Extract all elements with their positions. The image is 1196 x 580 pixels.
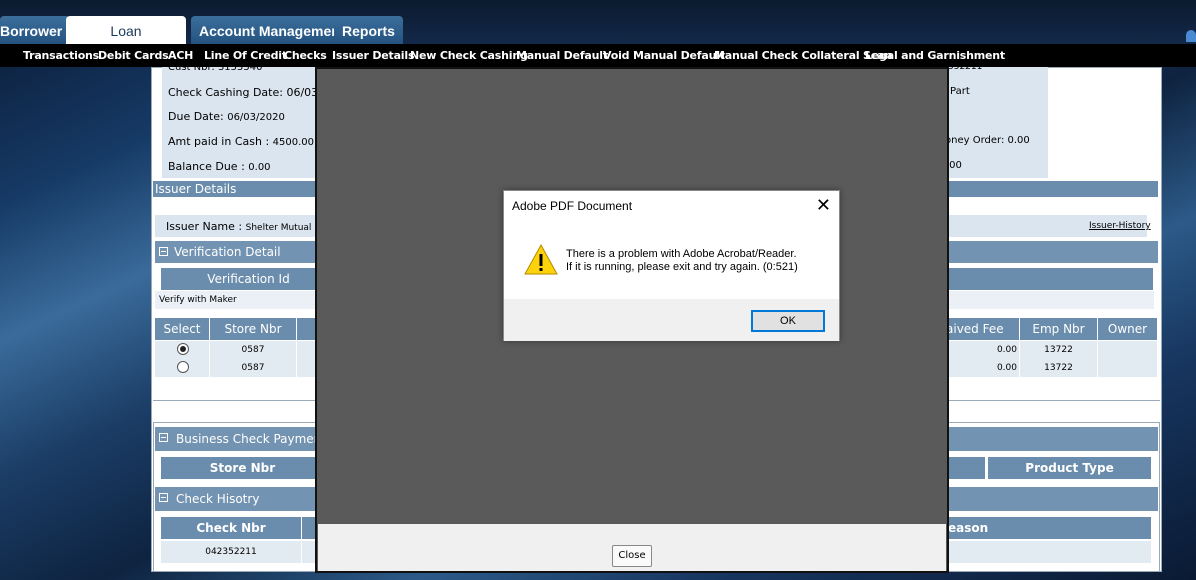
close-icon[interactable]: ✕ bbox=[816, 195, 831, 216]
col-emp-nbr: Emp Nbr bbox=[1020, 318, 1098, 340]
money-order-label: oney Order: 0.00 bbox=[945, 135, 1030, 146]
due-date-value: 06/03/2020 bbox=[227, 112, 285, 123]
subnav-transactions[interactable]: Transactions bbox=[23, 49, 99, 62]
business-check-payments-title: Business Check Payments bbox=[176, 432, 333, 446]
waived-fee-cell: 0.00 bbox=[946, 359, 1020, 377]
subnav-issuer-details[interactable]: Issuer Details bbox=[332, 49, 414, 62]
emp-nbr-cell: 13722 bbox=[1020, 341, 1098, 359]
subnav-debit-cards[interactable]: Debit Cards bbox=[98, 49, 169, 62]
store-nbr-cell: 0587 bbox=[210, 359, 297, 377]
verification-id-header: Verification Id bbox=[161, 268, 337, 290]
dialog-message-line1: There is a problem with Adobe Acrobat/Re… bbox=[566, 248, 797, 260]
check-nbr-header: Check Nbr bbox=[161, 517, 302, 539]
store-nbr-cell: 0587 bbox=[210, 341, 297, 359]
issuer-history-link[interactable]: Issuer-History bbox=[1089, 221, 1151, 231]
collapse-icon[interactable] bbox=[159, 247, 168, 256]
top-navigation-bar: Borrower Loan Transactions Account Manag… bbox=[0, 0, 1196, 69]
row-select-radio[interactable] bbox=[177, 343, 189, 355]
table-cell bbox=[297, 341, 317, 359]
collapse-icon[interactable] bbox=[159, 433, 168, 442]
emp-nbr-cell: 13722 bbox=[1020, 359, 1098, 377]
check-history-title: Check Hisotry bbox=[176, 492, 260, 506]
business-header-cell bbox=[946, 457, 986, 479]
col-store-nbr: Store Nbr bbox=[210, 318, 297, 340]
tab-loan-transactions[interactable]: Loan Transactions bbox=[66, 16, 186, 69]
business-product-type-header: Product Type bbox=[988, 457, 1152, 479]
right-top-value: 552211 bbox=[948, 62, 983, 72]
subnav-ach[interactable]: ACH bbox=[168, 49, 193, 62]
subnav-void-manual-default[interactable]: Void Manual Default bbox=[603, 49, 725, 62]
close-viewer-button[interactable]: Close bbox=[612, 545, 652, 567]
subnav-new-check-cashing[interactable]: New Check Cashing bbox=[410, 49, 528, 62]
subnav-line-of-credit[interactable]: Line Of Credit bbox=[204, 49, 287, 62]
waived-fee-cell: 0.00 bbox=[946, 341, 1020, 359]
issuer-name-label: Issuer Name : Shelter Mutual Ins bbox=[166, 220, 328, 233]
balance-due-label: Balance Due : 0.00 bbox=[168, 160, 271, 173]
amt-paid-value: 4500.00 bbox=[272, 137, 315, 148]
tab-account-management[interactable]: Account Management bbox=[191, 16, 353, 45]
col-hidden bbox=[297, 318, 317, 340]
dialog-message-line2: If it is running, please exit and try ag… bbox=[566, 261, 798, 273]
due-date-label: Due Date: 06/03/2020 bbox=[168, 110, 285, 123]
tab-reports[interactable]: Reports bbox=[334, 16, 403, 45]
check-info-box-right bbox=[948, 67, 1048, 178]
dialog-message: There is a problem with Adobe Acrobat/Re… bbox=[566, 248, 798, 274]
balance-due-value: 0.00 bbox=[248, 162, 271, 173]
col-select: Select bbox=[155, 318, 210, 340]
subnav-manual-default[interactable]: Manual Default bbox=[516, 49, 608, 62]
subnav-legal-and-garnishment[interactable]: Legal and Garnishment bbox=[865, 49, 1005, 62]
ok-button[interactable]: OK bbox=[751, 310, 825, 332]
amt-paid-label: Amt paid in Cash : 4500.00 bbox=[168, 135, 315, 148]
verification-row-value: Verify with Maker bbox=[159, 295, 237, 305]
col-waived-fee: aived Fee bbox=[946, 318, 1020, 340]
col-owner: Owner bbox=[1098, 318, 1158, 340]
check-nbr-cell: 042352211 bbox=[161, 541, 302, 563]
tab-borrower[interactable]: Borrower bbox=[0, 16, 71, 45]
verification-detail-title: Verification Detail bbox=[174, 245, 281, 259]
verification-header-right bbox=[948, 268, 1154, 290]
warning-icon bbox=[524, 243, 558, 275]
collapse-icon[interactable] bbox=[159, 493, 168, 502]
owner-cell bbox=[1098, 359, 1158, 377]
right-part-label: Part bbox=[950, 86, 970, 97]
business-store-nbr-header: Store Nbr bbox=[161, 457, 325, 479]
owner-cell bbox=[1098, 341, 1158, 359]
reason-header: eason bbox=[946, 517, 1152, 539]
user-icon[interactable] bbox=[1186, 30, 1196, 42]
table-cell bbox=[297, 359, 317, 377]
row-select-radio[interactable] bbox=[177, 361, 189, 373]
error-dialog: Adobe PDF Document ✕ There is a problem … bbox=[503, 190, 840, 341]
reason-cell bbox=[946, 541, 1152, 563]
subnav-checks[interactable]: Checks bbox=[284, 49, 327, 62]
cust-nbr-label: Cust Nbr: 3155540 bbox=[168, 62, 263, 73]
dialog-title: Adobe PDF Document bbox=[512, 199, 633, 213]
